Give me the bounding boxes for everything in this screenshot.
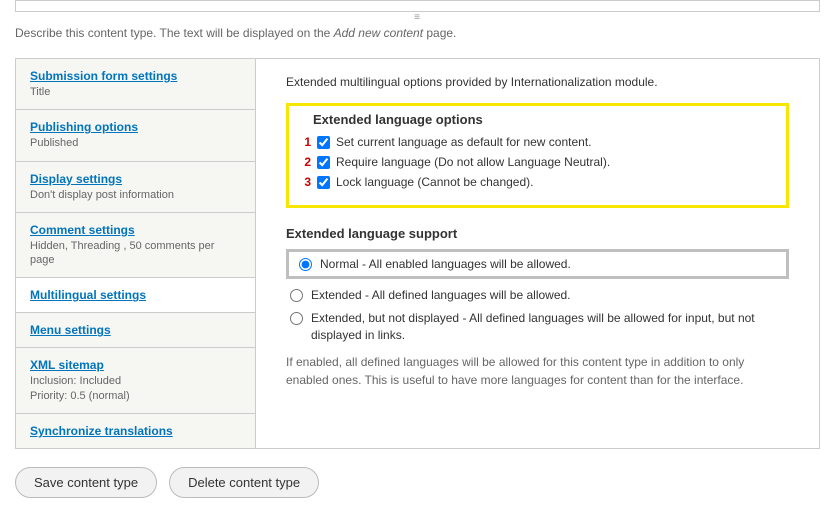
radio-normal-box: Normal - All enabled languages will be a…: [286, 249, 789, 279]
tab-summary: Don't display post information: [30, 188, 241, 202]
tab-link[interactable]: Menu settings: [30, 323, 111, 337]
checkbox-lock-language[interactable]: [317, 176, 330, 189]
tab-link[interactable]: XML sitemap: [30, 358, 104, 372]
label-radio-extended[interactable]: Extended - All defined languages will be…: [311, 287, 571, 304]
opt-default-language-row: 1 Set current language as default for ne…: [293, 135, 776, 149]
tab-summary: Published: [30, 136, 241, 150]
tab-summary: Inclusion: Included Priority: 0.5 (norma…: [30, 374, 241, 403]
tab-display-settings[interactable]: Display settings Don't display post info…: [16, 162, 255, 213]
intro-text: Extended multilingual options provided b…: [286, 75, 789, 89]
delete-button[interactable]: Delete content type: [169, 467, 319, 498]
help-suffix: page.: [423, 26, 456, 40]
radio-extended-row: Extended - All defined languages will be…: [286, 287, 789, 304]
tab-link[interactable]: Publishing options: [30, 120, 138, 134]
checkbox-require-language[interactable]: [317, 156, 330, 169]
opt-lock-language-row: 3 Lock language (Cannot be changed).: [293, 175, 776, 189]
vertical-tabs: Submission form settings Title Publishin…: [15, 58, 820, 449]
tab-submission-form[interactable]: Submission form settings Title: [16, 59, 255, 110]
save-button[interactable]: Save content type: [15, 467, 157, 498]
label-default-language[interactable]: Set current language as default for new …: [336, 135, 592, 149]
tab-link[interactable]: Display settings: [30, 172, 122, 186]
tab-publishing-options[interactable]: Publishing options Published: [16, 110, 255, 161]
tabs-content: Extended multilingual options provided b…: [256, 59, 819, 448]
tab-link[interactable]: Synchronize translations: [30, 424, 173, 438]
label-lock-language[interactable]: Lock language (Cannot be changed).: [336, 175, 533, 189]
description-textarea[interactable]: [15, 0, 820, 12]
label-radio-extended-not-displayed[interactable]: Extended, but not displayed - All define…: [311, 310, 789, 344]
tabs-nav: Submission form settings Title Publishin…: [16, 59, 256, 448]
annotation-2: 2: [293, 155, 311, 169]
checkbox-default-language[interactable]: [317, 136, 330, 149]
tab-summary: Hidden, Threading , 50 comments per page: [30, 239, 241, 268]
label-require-language[interactable]: Require language (Do not allow Language …: [336, 155, 610, 169]
tab-comment-settings[interactable]: Comment settings Hidden, Threading , 50 …: [16, 213, 255, 279]
opt-require-language-row: 2 Require language (Do not allow Languag…: [293, 155, 776, 169]
tab-multilingual-settings[interactable]: Multilingual settings: [16, 278, 255, 313]
tab-synchronize-translations[interactable]: Synchronize translations: [16, 414, 255, 448]
tab-summary: Title: [30, 85, 241, 99]
tab-link[interactable]: Comment settings: [30, 223, 135, 237]
description-help: Describe this content type. The text wil…: [15, 26, 820, 40]
resize-grip[interactable]: ≡: [15, 14, 820, 22]
help-em: Add new content: [334, 26, 423, 40]
tab-link[interactable]: Submission form settings: [30, 69, 177, 83]
radio-extended-not-displayed[interactable]: [290, 312, 303, 325]
label-radio-normal[interactable]: Normal - All enabled languages will be a…: [320, 257, 571, 271]
annotation-1: 1: [293, 135, 311, 149]
ext-support-title: Extended language support: [286, 226, 789, 241]
tab-xml-sitemap[interactable]: XML sitemap Inclusion: Included Priority…: [16, 348, 255, 414]
form-actions: Save content type Delete content type: [15, 467, 820, 498]
tab-menu-settings[interactable]: Menu settings: [16, 313, 255, 348]
support-description: If enabled, all defined languages will b…: [286, 353, 789, 389]
radio-normal[interactable]: [299, 258, 312, 271]
ext-opts-title: Extended language options: [313, 112, 776, 127]
tab-link[interactable]: Multilingual settings: [30, 288, 146, 302]
radio-extended-not-displayed-row: Extended, but not displayed - All define…: [286, 310, 789, 344]
help-prefix: Describe this content type. The text wil…: [15, 26, 334, 40]
annotation-3: 3: [293, 175, 311, 189]
radio-extended[interactable]: [290, 289, 303, 302]
extended-language-options-box: Extended language options 1 Set current …: [286, 103, 789, 208]
